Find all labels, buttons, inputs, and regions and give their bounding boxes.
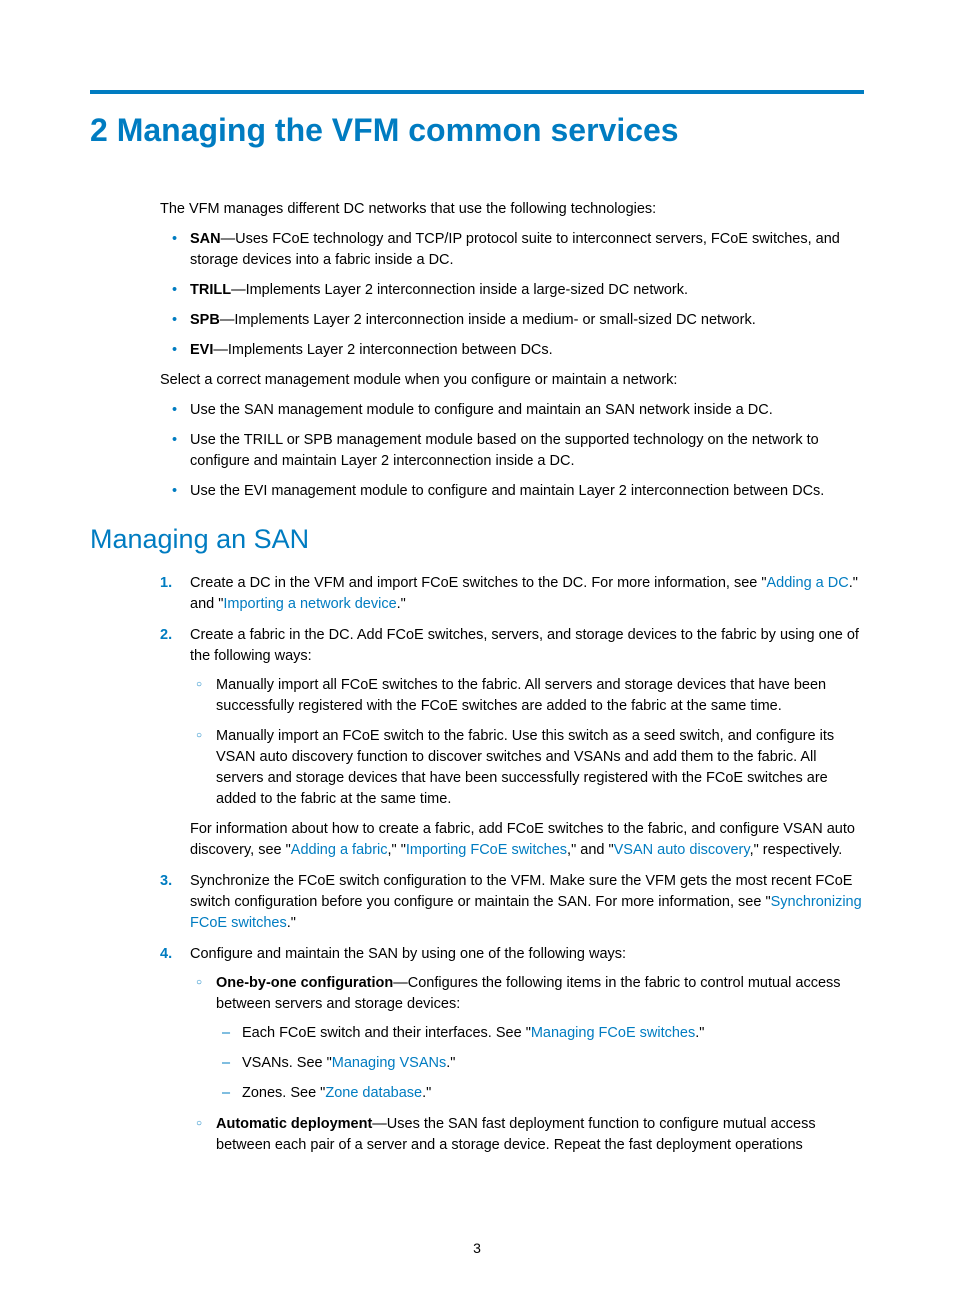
link-zone-database[interactable]: Zone database <box>325 1085 422 1101</box>
list-item: SAN—Uses FCoE technology and TCP/IP prot… <box>160 229 864 271</box>
step-item: Configure and maintain the SAN by using … <box>160 944 864 1155</box>
text: VSANs. See " <box>242 1055 332 1071</box>
list-item: Manually import an FCoE switch to the fa… <box>190 726 864 810</box>
text: ." <box>446 1055 455 1071</box>
page-number: 3 <box>0 1240 954 1256</box>
text: ," respectively. <box>750 842 843 858</box>
text: Each FCoE switch and their interfaces. S… <box>242 1025 531 1041</box>
tech-desc: —Implements Layer 2 interconnection insi… <box>231 282 688 298</box>
select-list: Use the SAN management module to configu… <box>160 400 864 502</box>
tech-desc: —Implements Layer 2 interconnection betw… <box>213 342 552 358</box>
text: ," " <box>388 842 406 858</box>
text: ." <box>397 596 406 612</box>
sub-list: One-by-one configuration—Configures the … <box>190 973 864 1155</box>
text: ," and " <box>567 842 614 858</box>
text: Configure and maintain the SAN by using … <box>190 946 626 962</box>
list-item: Each FCoE switch and their interfaces. S… <box>216 1023 864 1044</box>
tech-name: TRILL <box>190 282 231 298</box>
heading-2: Managing an SAN <box>90 524 864 555</box>
intro-paragraph: The VFM manages different DC networks th… <box>160 199 864 220</box>
config-name: One-by-one configuration <box>216 975 393 991</box>
list-item: Use the SAN management module to configu… <box>160 400 864 421</box>
tech-name: SAN <box>190 231 221 247</box>
tech-name: EVI <box>190 342 213 358</box>
text: Synchronize the FCoE switch configuratio… <box>190 873 852 910</box>
steps-list: Create a DC in the VFM and import FCoE s… <box>160 573 864 1155</box>
list-item: TRILL—Implements Layer 2 interconnection… <box>160 280 864 301</box>
tech-list: SAN—Uses FCoE technology and TCP/IP prot… <box>160 229 864 361</box>
tech-desc: —Implements Layer 2 interconnection insi… <box>220 312 756 328</box>
dash-list: Each FCoE switch and their interfaces. S… <box>216 1023 864 1104</box>
text: Create a fabric in the DC. Add FCoE swit… <box>190 627 859 664</box>
step-item: Create a DC in the VFM and import FCoE s… <box>160 573 864 615</box>
list-item: SPB—Implements Layer 2 interconnection i… <box>160 310 864 331</box>
page: 2 Managing the VFM common services The V… <box>0 0 954 1296</box>
select-paragraph: Select a correct management module when … <box>160 370 864 391</box>
link-importing-network-device[interactable]: Importing a network device <box>223 596 396 612</box>
list-item: VSANs. See "Managing VSANs." <box>216 1053 864 1074</box>
text: ." <box>695 1025 704 1041</box>
link-managing-vsans[interactable]: Managing VSANs <box>332 1055 446 1071</box>
tech-desc: —Uses FCoE technology and TCP/IP protoco… <box>190 231 840 268</box>
sub-list: Manually import all FCoE switches to the… <box>190 675 864 810</box>
info-paragraph: For information about how to create a fa… <box>190 819 864 861</box>
list-item: Zones. See "Zone database." <box>216 1083 864 1104</box>
list-item: Manually import all FCoE switches to the… <box>190 675 864 717</box>
list-item: Use the EVI management module to configu… <box>160 481 864 502</box>
tech-name: SPB <box>190 312 220 328</box>
link-vsan-auto-discovery[interactable]: VSAN auto discovery <box>614 842 750 858</box>
text: Zones. See " <box>242 1085 325 1101</box>
san-content: Create a DC in the VFM and import FCoE s… <box>160 573 864 1155</box>
top-rule <box>90 90 864 94</box>
list-item: Automatic deployment—Uses the SAN fast d… <box>190 1114 864 1156</box>
config-name: Automatic deployment <box>216 1116 372 1132</box>
heading-1: 2 Managing the VFM common services <box>90 112 864 149</box>
step-item: Synchronize the FCoE switch configuratio… <box>160 871 864 934</box>
body-content: The VFM manages different DC networks th… <box>160 199 864 502</box>
list-item: Use the TRILL or SPB management module b… <box>160 430 864 472</box>
list-item: EVI—Implements Layer 2 interconnection b… <box>160 340 864 361</box>
link-adding-dc[interactable]: Adding a DC <box>767 575 849 591</box>
text: Create a DC in the VFM and import FCoE s… <box>190 575 767 591</box>
text: ." <box>422 1085 431 1101</box>
text: ." <box>287 915 296 931</box>
link-adding-fabric[interactable]: Adding a fabric <box>291 842 388 858</box>
link-managing-fcoe-switches[interactable]: Managing FCoE switches <box>531 1025 695 1041</box>
step-item: Create a fabric in the DC. Add FCoE swit… <box>160 625 864 861</box>
list-item: One-by-one configuration—Configures the … <box>190 973 864 1104</box>
link-importing-fcoe-switches[interactable]: Importing FCoE switches <box>406 842 567 858</box>
